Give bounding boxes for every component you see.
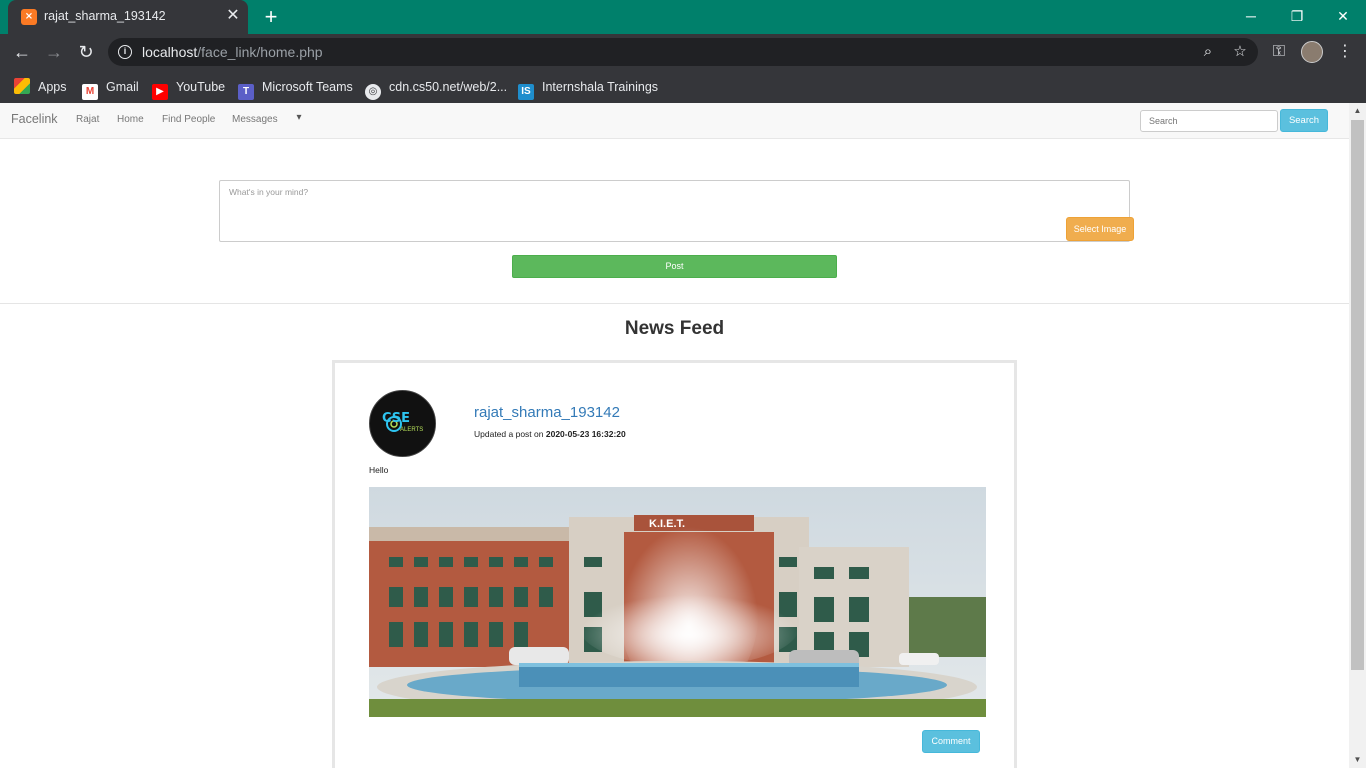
teams-icon: T <box>238 84 254 100</box>
browser-tab[interactable]: ⨯ rajat_sharma_193142 ✕ <box>8 0 248 34</box>
scroll-up-icon[interactable]: ▲ <box>1349 103 1366 119</box>
restore-icon[interactable]: ❐ <box>1283 4 1311 28</box>
new-tab-icon[interactable]: + <box>259 5 283 29</box>
bookmark-label: YouTube <box>176 80 226 94</box>
bookmark-label: cdn.cs50.net/web/2... <box>389 80 508 94</box>
page-scrollbar[interactable]: ▲ ▼ <box>1349 103 1366 768</box>
bookmark-label: Gmail <box>106 80 139 94</box>
scroll-down-icon[interactable]: ▼ <box>1349 752 1366 768</box>
site-info-icon[interactable]: i <box>118 45 132 59</box>
site-navbar: Facelink Rajat Home Find People Messages… <box>0 103 1349 139</box>
url-host: localhost <box>142 44 198 60</box>
section-divider <box>0 303 1349 304</box>
post-image: K.I.E.T. <box>369 487 986 717</box>
minimize-icon[interactable]: ─ <box>1237 4 1265 28</box>
bookmark-cs50[interactable]: ◎ cdn.cs50.net/web/2... <box>365 77 508 100</box>
back-arrow-icon[interactable]: ← <box>10 40 34 64</box>
key-icon[interactable]: ⚿ <box>1267 40 1291 64</box>
forward-arrow-icon[interactable]: → <box>42 40 66 64</box>
bookmark-youtube[interactable]: ▶ YouTube <box>152 77 226 100</box>
campus-fountain-photo: K.I.E.T. <box>369 487 986 717</box>
bookmark-gmail[interactable]: M Gmail <box>82 77 139 100</box>
bookmark-apps[interactable]: Apps <box>14 77 67 97</box>
comment-button[interactable]: Comment <box>922 730 980 753</box>
address-bar[interactable]: i localhost/face_link/home.php ⌕ ☆ <box>108 38 1258 66</box>
avatar-logo-subtext: ALERTS <box>400 427 424 433</box>
reload-icon[interactable]: ↻ <box>74 40 98 64</box>
post-placeholder: What's in your mind? <box>229 187 309 197</box>
bookmark-internshala[interactable]: IS Internshala Trainings <box>518 77 659 100</box>
apps-grid-icon <box>14 78 30 94</box>
bookmark-star-icon[interactable]: ☆ <box>1230 42 1250 62</box>
search-button[interactable]: Search <box>1280 109 1328 132</box>
post-author-link[interactable]: rajat_sharma_193142 <box>474 404 620 421</box>
post-action-text: Updated a post on <box>474 429 544 439</box>
bookmark-label: Microsoft Teams <box>262 80 353 94</box>
browser-toolbar: ← → ↻ i localhost/face_link/home.php ⌕ ☆… <box>0 34 1366 70</box>
bookmarks-bar: Apps M Gmail ▶ YouTube T Microsoft Teams ◎ c… <box>0 70 1366 103</box>
close-window-icon[interactable]: ✕ <box>1329 4 1357 28</box>
gmail-icon: M <box>82 84 98 100</box>
bookmark-label: Internshala Trainings <box>542 80 659 94</box>
select-image-button[interactable]: Select Image <box>1066 217 1134 241</box>
nav-link-messages[interactable]: Messages <box>232 114 278 125</box>
nav-link-home[interactable]: Home <box>117 114 144 125</box>
bookmark-label: Apps <box>38 80 67 94</box>
browser-titlebar: ⨯ rajat_sharma_193142 ✕ + ─ ❐ ✕ <box>0 0 1366 34</box>
tab-title: rajat_sharma_193142 <box>44 9 166 23</box>
tab-close-icon[interactable]: ✕ <box>224 7 242 25</box>
profile-avatar[interactable] <box>1301 41 1323 63</box>
news-feed-title: News Feed <box>624 318 725 339</box>
internshala-icon: IS <box>518 84 534 100</box>
scroll-thumb[interactable] <box>1351 120 1364 670</box>
post-textarea[interactable]: What's in your mind? <box>219 180 1130 242</box>
feed-post-card: CSE ALERTS rajat_sharma_193142 Updated a… <box>332 360 1017 768</box>
page-viewport: Facelink Rajat Home Find People Messages… <box>0 103 1349 768</box>
zoom-icon[interactable]: ⌕ <box>1198 42 1218 62</box>
nav-link-find-people[interactable]: Find People <box>162 114 215 125</box>
url-path: /face_link/home.php <box>197 44 323 60</box>
menu-kebab-icon[interactable]: ⋮ <box>1333 40 1357 64</box>
globe-icon: ◎ <box>365 84 381 100</box>
post-body-text: Hello <box>369 465 389 475</box>
avatar[interactable]: CSE ALERTS <box>369 390 436 457</box>
bookmark-teams[interactable]: T Microsoft Teams <box>238 77 353 100</box>
chevron-down-icon[interactable]: ▾ <box>293 112 305 124</box>
brand-link[interactable]: Facelink <box>11 112 58 126</box>
nav-link-profile[interactable]: Rajat <box>76 114 99 125</box>
search-input[interactable] <box>1140 110 1278 132</box>
avatar-logo-text: CSE <box>382 411 411 426</box>
url-text[interactable]: localhost/face_link/home.php <box>142 44 323 60</box>
post-meta: Updated a post on 2020-05-23 16:32:20 <box>474 429 626 439</box>
post-timestamp: 2020-05-23 16:32:20 <box>545 429 626 439</box>
youtube-icon: ▶ <box>152 84 168 100</box>
post-button[interactable]: Post <box>512 255 837 278</box>
xampp-favicon-icon: ⨯ <box>21 9 37 25</box>
